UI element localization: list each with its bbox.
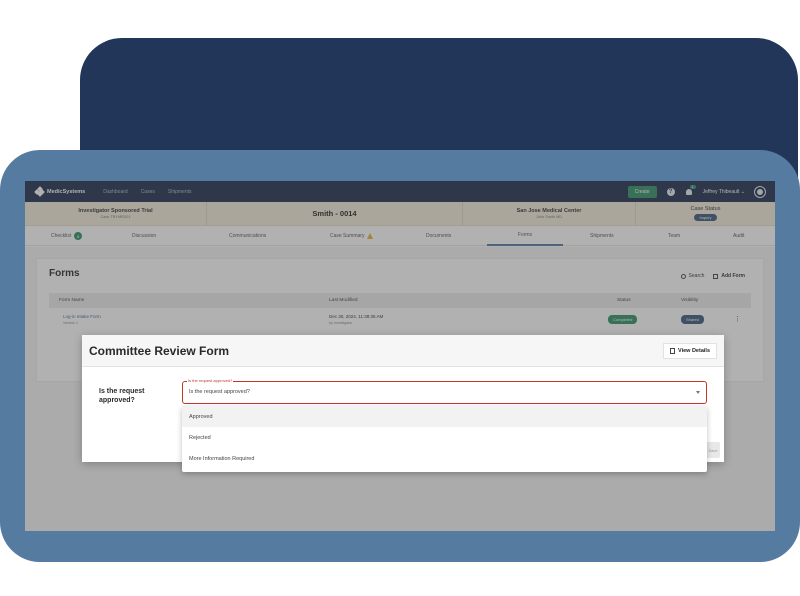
option-approved[interactable]: Approved [182, 406, 707, 427]
select-value: Is the request approved? [189, 389, 250, 395]
select-floating-label: Is the request approved? [187, 378, 234, 383]
option-more-information-required[interactable]: More Information Required [182, 448, 707, 469]
approval-options-menu: Approved Rejected More Information Requi… [182, 406, 707, 472]
save-button[interactable]: Save [706, 442, 720, 458]
question-label: Is the request approved? [99, 388, 145, 404]
modal-title: Committee Review Form [89, 343, 230, 358]
view-details-label: View Details [678, 347, 710, 354]
approval-select[interactable]: Is the request approved? Is the request … [182, 378, 707, 404]
chevron-down-icon [696, 391, 700, 394]
option-rejected[interactable]: Rejected [182, 427, 707, 448]
view-details-button[interactable]: View Details [663, 342, 717, 359]
document-icon [670, 347, 675, 354]
modal-header: Committee Review Form View Details [82, 335, 724, 367]
